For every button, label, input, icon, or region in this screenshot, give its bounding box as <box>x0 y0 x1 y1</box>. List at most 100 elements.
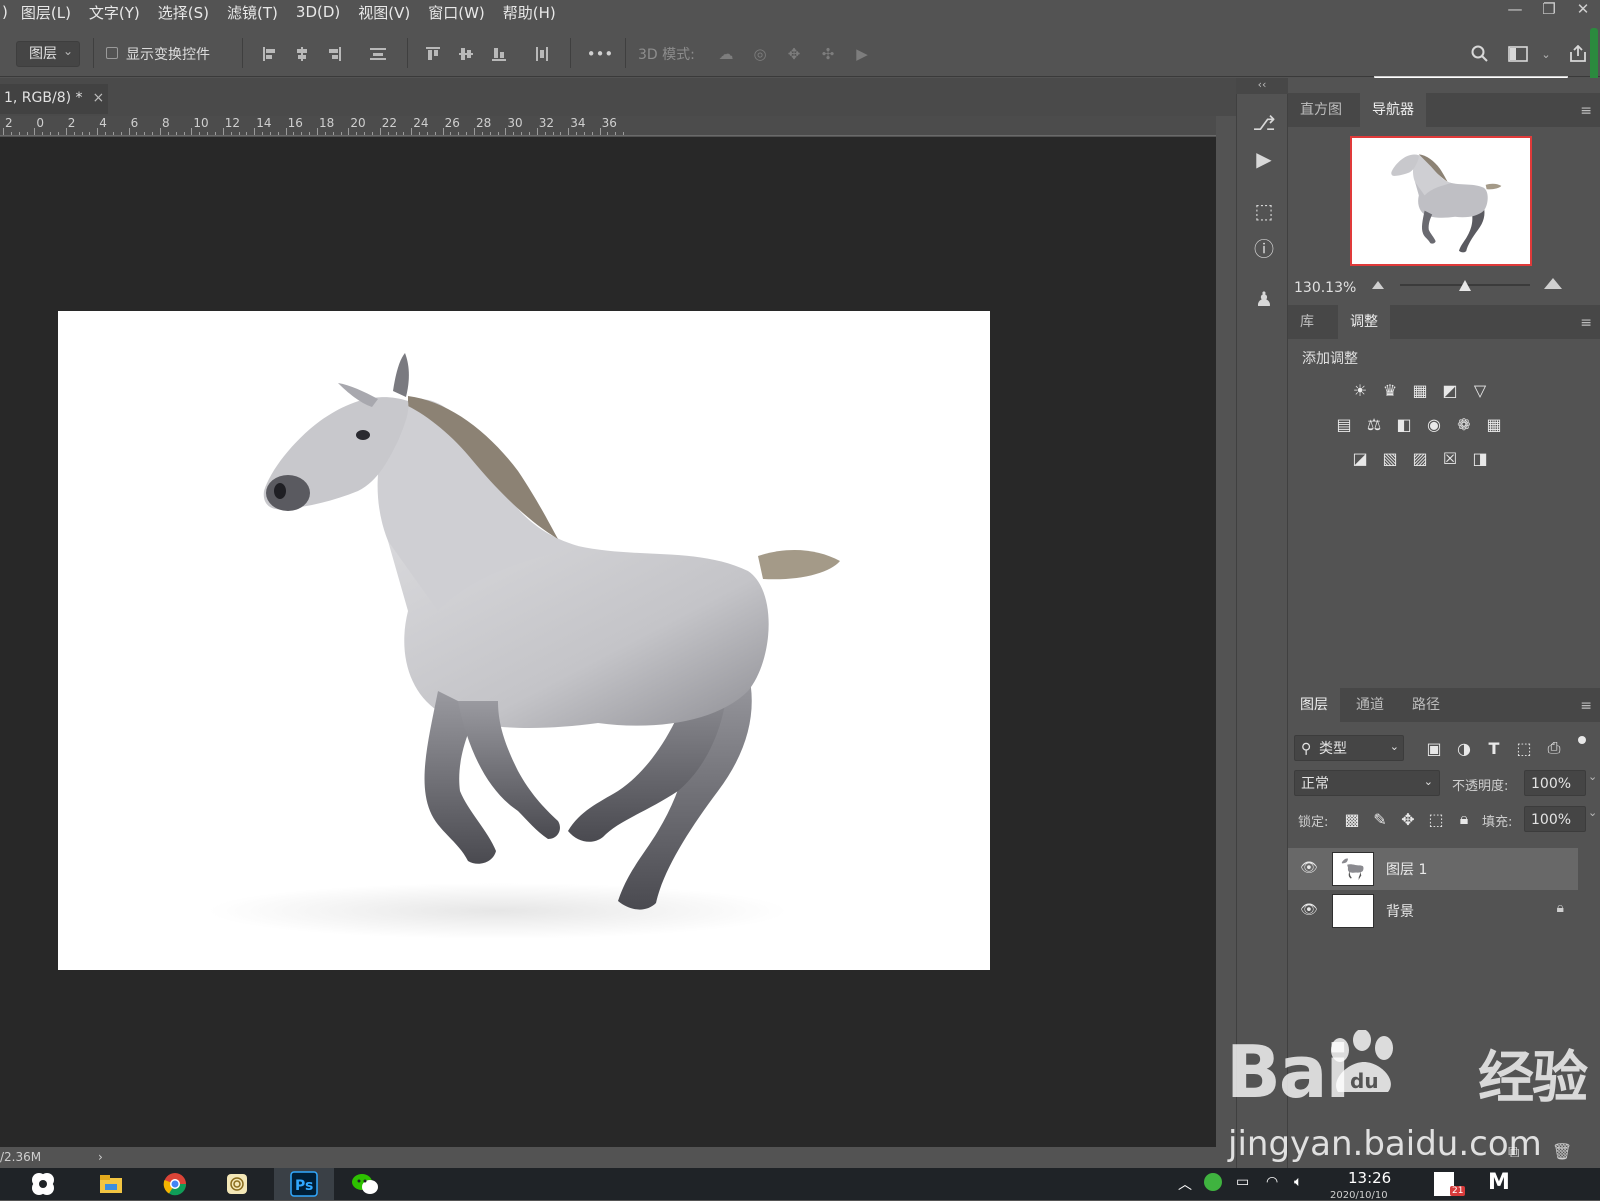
clone-source-icon[interactable]: ♟ <box>1249 284 1279 314</box>
menu-window[interactable]: 窗口(W) <box>419 2 494 23</box>
tray-app-icon[interactable] <box>1204 1173 1222 1191</box>
tray-battery-icon[interactable]: ▭ <box>1236 1174 1249 1190</box>
photo-filter-icon[interactable]: ◉ <box>1422 413 1446 435</box>
collapse-dock-button[interactable]: ‹‹ <box>1236 78 1288 94</box>
tray-volume-icon[interactable]: 🔈︎ <box>1294 1174 1302 1190</box>
menu-3d[interactable]: 3D(D) <box>287 3 349 21</box>
tab-paths[interactable]: 路径 <box>1400 688 1452 722</box>
panel-menu-icon[interactable]: ≡ <box>1580 698 1592 714</box>
layer-name[interactable]: 图层 1 <box>1386 859 1427 879</box>
3d-pan-icon[interactable]: ✥ <box>784 44 804 64</box>
3d-panel-icon[interactable]: ⬚ <box>1249 196 1279 226</box>
blend-mode-dropdown[interactable]: 正常 ⌄ <box>1294 770 1440 796</box>
show-transform-checkbox[interactable] <box>106 47 118 59</box>
workspace-chevron-icon[interactable]: ⌄ <box>1536 44 1556 64</box>
tab-adjustments[interactable]: 调整 <box>1338 305 1390 339</box>
tab-histogram[interactable]: 直方图 <box>1288 93 1354 127</box>
layer-lock-icon[interactable]: 🔒︎ <box>1557 900 1564 916</box>
panel-menu-icon[interactable]: ≡ <box>1580 103 1592 119</box>
taskbar-clock[interactable]: 13:26 <box>1348 1169 1391 1187</box>
tab-layers[interactable]: 图层 <box>1288 688 1340 722</box>
zoom-slider-knob[interactable] <box>1459 280 1471 291</box>
3d-orbit-icon[interactable]: ☁ <box>716 44 736 64</box>
document-tab[interactable]: 1, RGB/8) * × <box>0 84 108 114</box>
search-icon[interactable] <box>1470 44 1490 64</box>
history-icon[interactable]: ⎇ <box>1249 108 1279 138</box>
gradient-map-icon[interactable]: ◨ <box>1468 447 1492 469</box>
3d-camera-icon[interactable]: ▶ <box>852 44 872 64</box>
invert-icon[interactable]: ◪ <box>1348 447 1372 469</box>
close-tab-icon[interactable]: × <box>93 90 105 106</box>
color-balance-icon[interactable]: ⚖ <box>1362 413 1386 435</box>
threshold-icon[interactable]: ▨ <box>1408 447 1432 469</box>
info-icon[interactable]: ⓘ <box>1249 232 1279 262</box>
menu-layer[interactable]: 图层(L) <box>12 2 80 23</box>
black-white-icon[interactable]: ◧ <box>1392 413 1416 435</box>
auto-select-dropdown[interactable]: 图层 <box>16 39 80 67</box>
delete-layer-icon[interactable]: 🗑︎ <box>1552 1142 1572 1161</box>
layer-name[interactable]: 背景 <box>1386 901 1414 921</box>
lock-transparency-icon[interactable]: ▩ <box>1340 808 1364 830</box>
curves-icon[interactable]: ▦ <box>1408 379 1432 401</box>
visibility-eye-icon[interactable]: 👁︎ <box>1300 902 1318 918</box>
filter-toggle-icon[interactable] <box>1578 736 1586 744</box>
restore-button[interactable]: ❐ <box>1532 0 1566 24</box>
layer-row[interactable]: 👁︎ 图层 1 <box>1288 848 1578 890</box>
posterize-icon[interactable]: ▧ <box>1378 447 1402 469</box>
photoshop-icon[interactable]: Ps <box>285 1168 323 1200</box>
align-right-icon[interactable] <box>324 44 344 64</box>
panel-menu-icon[interactable]: ≡ <box>1580 315 1592 331</box>
chrome-icon[interactable] <box>156 1168 194 1200</box>
align-middle-icon[interactable] <box>456 44 476 64</box>
fill-input[interactable]: 100% <box>1524 806 1586 832</box>
3d-slide-icon[interactable]: ✣ <box>818 44 838 64</box>
brightness-icon[interactable]: ☀ <box>1348 379 1372 401</box>
menu-view[interactable]: 视图(V) <box>349 2 419 23</box>
tab-libraries[interactable]: 库 <box>1288 305 1326 339</box>
levels-icon[interactable]: ♛ <box>1378 379 1402 401</box>
lock-artboard-icon[interactable]: ⬚ <box>1424 808 1448 830</box>
tab-navigator[interactable]: 导航器 <box>1360 93 1426 127</box>
workspace-icon[interactable] <box>1508 44 1528 64</box>
color-lookup-icon[interactable]: ▦ <box>1482 413 1506 435</box>
zoom-in-icon[interactable] <box>1544 278 1562 289</box>
align-center-h-icon[interactable] <box>292 44 312 64</box>
menu-partial[interactable]: ) <box>0 3 12 21</box>
filter-shape-icon[interactable]: ⬚ <box>1512 737 1536 759</box>
share-icon[interactable] <box>1568 44 1588 64</box>
fill-chevron-icon[interactable]: ⌄ <box>1588 806 1597 819</box>
filter-type-icon[interactable]: T <box>1482 737 1506 759</box>
opacity-input[interactable]: 100% <box>1524 770 1586 796</box>
minimize-button[interactable]: — <box>1498 0 1532 24</box>
navigator-zoom-value[interactable]: 130.13% <box>1294 280 1356 296</box>
menu-help[interactable]: 帮助(H) <box>494 2 565 23</box>
exposure-icon[interactable]: ◩ <box>1438 379 1462 401</box>
filter-smart-icon[interactable]: ⎙ <box>1542 737 1566 759</box>
lock-all-icon[interactable]: 🔒︎ <box>1452 808 1476 830</box>
lock-move-icon[interactable]: ✥ <box>1396 808 1420 830</box>
start-button-icon[interactable] <box>24 1168 62 1200</box>
hue-saturation-icon[interactable]: ▤ <box>1332 413 1356 435</box>
tray-wifi-icon[interactable]: ◠ <box>1266 1174 1278 1190</box>
file-explorer-icon[interactable] <box>92 1168 130 1200</box>
menu-filter[interactable]: 滤镜(T) <box>218 2 287 23</box>
channel-mixer-icon[interactable]: ❁ <box>1452 413 1476 435</box>
menu-type[interactable]: 文字(Y) <box>80 2 149 23</box>
more-options-button[interactable]: ••• <box>587 44 614 64</box>
status-menu-arrow[interactable]: › <box>98 1147 103 1167</box>
actions-play-icon[interactable]: ▶ <box>1249 144 1279 174</box>
tab-channels[interactable]: 通道 <box>1344 688 1396 722</box>
3d-roll-icon[interactable]: ◎ <box>750 44 770 64</box>
wechat-icon[interactable] <box>346 1168 384 1200</box>
menu-select[interactable]: 选择(S) <box>149 2 218 23</box>
layer-row[interactable]: 👁︎ 背景 🔒︎ <box>1288 890 1578 932</box>
filter-pixel-icon[interactable]: ▣ <box>1422 737 1446 759</box>
distribute-icon[interactable] <box>368 44 388 64</box>
opacity-chevron-icon[interactable]: ⌄ <box>1588 770 1597 783</box>
tray-m-icon[interactable]: M <box>1488 1170 1510 1195</box>
vibrance-icon[interactable]: ▽ <box>1468 379 1492 401</box>
distribute-v-icon[interactable] <box>532 44 552 64</box>
app-fingerprint-icon[interactable] <box>218 1168 256 1200</box>
visibility-eye-icon[interactable]: 👁︎ <box>1300 860 1318 876</box>
lock-paint-icon[interactable]: ✎ <box>1368 808 1392 830</box>
